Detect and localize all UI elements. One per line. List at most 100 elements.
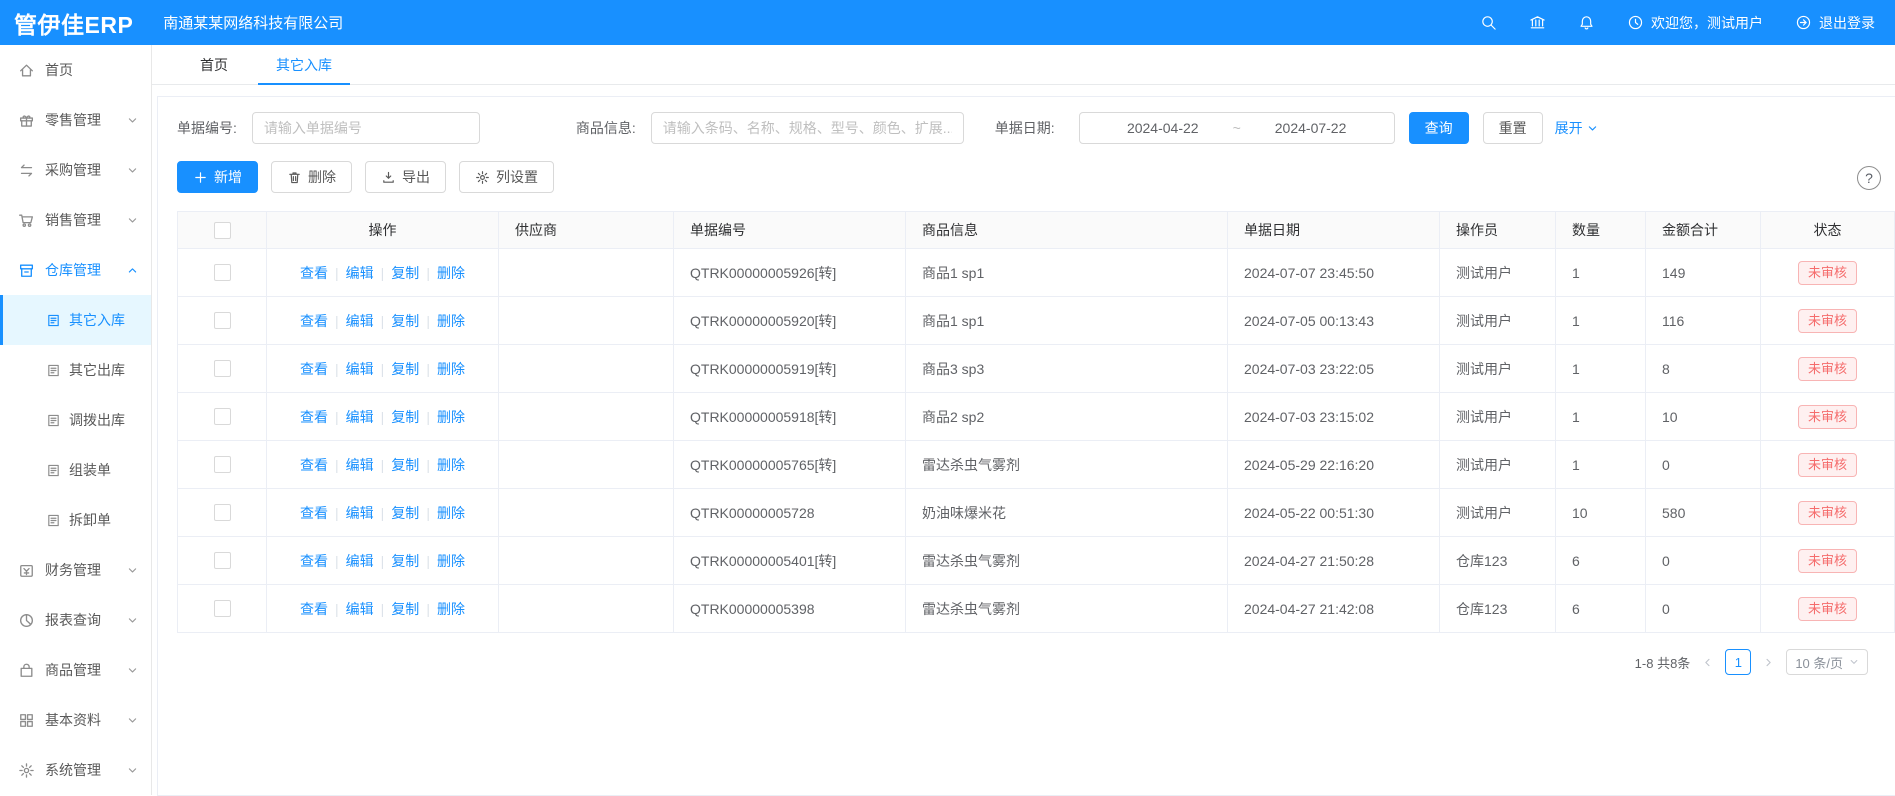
sidebar-item-transfer-outbound[interactable]: 调拨出库 — [0, 395, 151, 445]
row-action-copy[interactable]: 复制 — [391, 553, 419, 569]
page-size-select[interactable]: 10 条/页 — [1786, 649, 1868, 675]
sidebar-item-warehouse[interactable]: 仓库管理 — [0, 245, 151, 295]
cell-qty: 6 — [1556, 537, 1646, 585]
expand-link[interactable]: 展开 — [1555, 118, 1598, 138]
action-separator: | — [426, 601, 430, 617]
row-action-view[interactable]: 查看 — [300, 553, 328, 569]
date-range-picker[interactable]: 2024-04-22 ~ 2024-07-22 — [1079, 112, 1395, 144]
sidebar-item-label: 首页 — [45, 60, 73, 80]
cell-product: 奶油味爆米花 — [906, 489, 1228, 537]
sidebar-item-other-inbound[interactable]: 其它入库 — [0, 295, 151, 345]
sidebar-item-sales[interactable]: 销售管理 — [0, 195, 151, 245]
row-action-edit[interactable]: 编辑 — [346, 553, 374, 569]
row-checkbox[interactable] — [214, 456, 231, 473]
row-action-edit[interactable]: 编辑 — [346, 313, 374, 329]
row-action-copy[interactable]: 复制 — [391, 409, 419, 425]
row-action-delete[interactable]: 删除 — [437, 313, 465, 329]
tab-other-inbound[interactable]: 其它入库 — [252, 45, 356, 84]
cell-operator: 测试用户 — [1440, 249, 1556, 297]
sidebar-item-finance[interactable]: 财务管理 — [0, 545, 151, 595]
row-action-edit[interactable]: 编辑 — [346, 505, 374, 521]
sidebar-item-disassembly-order[interactable]: 拆卸单 — [0, 495, 151, 545]
page-number-button[interactable]: 1 — [1725, 649, 1751, 675]
export-button[interactable]: 导出 — [365, 161, 446, 193]
select-all-checkbox[interactable] — [214, 222, 231, 239]
search-icon[interactable] — [1480, 14, 1497, 31]
reset-button[interactable]: 重置 — [1483, 112, 1543, 144]
add-button-label: 新增 — [214, 167, 242, 187]
cell-supplier — [499, 249, 674, 297]
sidebar-item-purchase[interactable]: 采购管理 — [0, 145, 151, 195]
row-action-delete[interactable]: 删除 — [437, 457, 465, 473]
row-checkbox[interactable] — [214, 600, 231, 617]
add-button[interactable]: 新增 — [177, 161, 258, 193]
row-action-delete[interactable]: 删除 — [437, 409, 465, 425]
row-action-view[interactable]: 查看 — [300, 409, 328, 425]
welcome-user[interactable]: 欢迎您，测试用户 — [1627, 13, 1763, 33]
sidebar-item-products[interactable]: 商品管理 — [0, 645, 151, 695]
next-page-icon[interactable] — [1763, 657, 1774, 668]
row-action-copy[interactable]: 复制 — [391, 601, 419, 617]
sidebar-item-system[interactable]: 系统管理 — [0, 745, 151, 795]
row-action-edit[interactable]: 编辑 — [346, 457, 374, 473]
sidebar-item-assembly-order[interactable]: 组装单 — [0, 445, 151, 495]
row-action-view[interactable]: 查看 — [300, 313, 328, 329]
row-checkbox[interactable] — [214, 552, 231, 569]
column-settings-button[interactable]: 列设置 — [459, 161, 554, 193]
search-button[interactable]: 查询 — [1409, 112, 1469, 144]
sidebar-item-other-outbound[interactable]: 其它出库 — [0, 345, 151, 395]
product-info-input[interactable] — [651, 112, 964, 144]
row-action-edit[interactable]: 编辑 — [346, 361, 374, 377]
grid-header-row: 操作供应商单据编号商品信息单据日期操作员数量金额合计状态 — [178, 212, 1895, 249]
delete-button[interactable]: 删除 — [271, 161, 352, 193]
sidebar-item-basic-data[interactable]: 基本资料 — [0, 695, 151, 745]
row-action-copy[interactable]: 复制 — [391, 505, 419, 521]
row-action-delete[interactable]: 删除 — [437, 553, 465, 569]
row-action-delete[interactable]: 删除 — [437, 361, 465, 377]
row-action-view[interactable]: 查看 — [300, 265, 328, 281]
prev-page-icon[interactable] — [1702, 657, 1713, 668]
row-action-edit[interactable]: 编辑 — [346, 265, 374, 281]
row-action-edit[interactable]: 编辑 — [346, 409, 374, 425]
row-action-copy[interactable]: 复制 — [391, 265, 419, 281]
row-action-delete[interactable]: 删除 — [437, 265, 465, 281]
doc-icon — [46, 513, 61, 528]
row-checkbox[interactable] — [214, 408, 231, 425]
row-action-view[interactable]: 查看 — [300, 457, 328, 473]
row-checkbox[interactable] — [214, 312, 231, 329]
cell-date: 2024-04-27 21:50:28 — [1228, 537, 1440, 585]
topbar-actions: 欢迎您，测试用户 退出登录 — [1480, 13, 1895, 33]
help-icon[interactable]: ? — [1857, 166, 1881, 190]
row-action-view[interactable]: 查看 — [300, 361, 328, 377]
row-action-copy[interactable]: 复制 — [391, 361, 419, 377]
sidebar-item-home[interactable]: 首页 — [0, 45, 151, 95]
action-separator: | — [426, 553, 430, 569]
row-action-copy[interactable]: 复制 — [391, 457, 419, 473]
row-checkbox[interactable] — [214, 360, 231, 377]
logout-button[interactable]: 退出登录 — [1795, 13, 1875, 33]
row-action-view[interactable]: 查看 — [300, 505, 328, 521]
bank-icon[interactable] — [1529, 14, 1546, 31]
cell-doc-no: QTRK00000005920[转] — [674, 297, 906, 345]
cell-operator: 测试用户 — [1440, 489, 1556, 537]
cell-product: 雷达杀虫气雾剂 — [906, 537, 1228, 585]
row-action-edit[interactable]: 编辑 — [346, 601, 374, 617]
row-action-delete[interactable]: 删除 — [437, 601, 465, 617]
sidebar-item-label: 组装单 — [69, 460, 111, 480]
doc-no-input[interactable] — [252, 112, 480, 144]
row-action-delete[interactable]: 删除 — [437, 505, 465, 521]
action-separator: | — [426, 265, 430, 281]
sidebar-item-retail[interactable]: 零售管理 — [0, 95, 151, 145]
cell-doc-no: QTRK00000005398 — [674, 585, 906, 633]
row-action-view[interactable]: 查看 — [300, 601, 328, 617]
row-checkbox[interactable] — [214, 504, 231, 521]
tab-home[interactable]: 首页 — [176, 45, 252, 84]
clock-icon — [1627, 14, 1644, 31]
grid-body: 查看|编辑|复制|删除QTRK00000005926[转]商品1 sp12024… — [178, 249, 1895, 633]
action-separator: | — [381, 601, 385, 617]
search-button-label: 查询 — [1425, 118, 1453, 138]
row-checkbox[interactable] — [214, 264, 231, 281]
bell-icon[interactable] — [1578, 14, 1595, 31]
sidebar-item-reports[interactable]: 报表查询 — [0, 595, 151, 645]
row-action-copy[interactable]: 复制 — [391, 313, 419, 329]
